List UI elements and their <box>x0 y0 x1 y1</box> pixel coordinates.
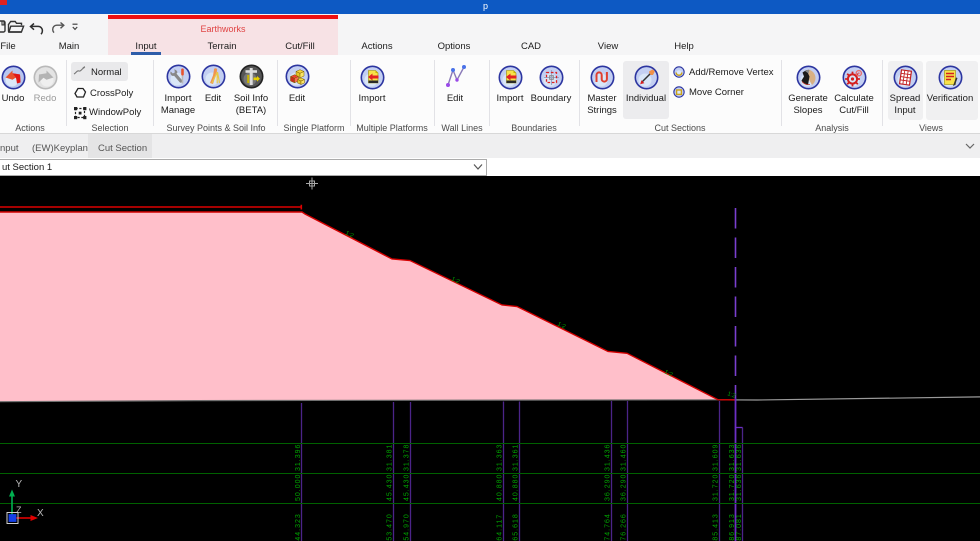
svg-text:50.000: 50.000 <box>295 474 302 501</box>
svg-text:Y: Y <box>16 479 23 490</box>
svg-text:31.363: 31.363 <box>497 444 504 471</box>
svg-text:344.323: 344.323 <box>295 513 302 541</box>
svg-text:387.081: 387.081 <box>736 513 743 541</box>
svg-text:40.880: 40.880 <box>513 474 520 501</box>
svg-text:31.460: 31.460 <box>621 444 628 471</box>
svg-text:31.436: 31.436 <box>605 444 612 471</box>
svg-text:385.413: 385.413 <box>713 513 720 541</box>
svg-text:36.290: 36.290 <box>605 474 612 501</box>
svg-text:45.430: 45.430 <box>404 474 411 501</box>
svg-text:36.290: 36.290 <box>621 474 628 501</box>
svg-text:45.430: 45.430 <box>387 474 394 501</box>
svg-text:31.633: 31.633 <box>729 444 736 471</box>
svg-text:365.618: 365.618 <box>513 513 520 541</box>
svg-text:Z: Z <box>16 505 22 515</box>
svg-text:31.720: 31.720 <box>729 474 736 501</box>
svg-text:31.378: 31.378 <box>404 444 411 471</box>
svg-text:31.396: 31.396 <box>295 444 302 471</box>
svg-text:31.381: 31.381 <box>387 444 394 471</box>
svg-text:31.636: 31.636 <box>736 474 743 501</box>
svg-text:40.880: 40.880 <box>497 474 504 501</box>
svg-text:376.266: 376.266 <box>621 513 628 541</box>
svg-text:364.117: 364.117 <box>497 514 504 541</box>
svg-text:31.361: 31.361 <box>513 444 520 471</box>
svg-text:31.720: 31.720 <box>713 474 720 501</box>
svg-text:386.913: 386.913 <box>729 513 736 541</box>
svg-text:31.609: 31.609 <box>713 444 720 471</box>
svg-text:354.970: 354.970 <box>404 513 411 541</box>
svg-text:X: X <box>37 508 44 519</box>
svg-text:31.636: 31.636 <box>736 444 743 471</box>
svg-text:353.470: 353.470 <box>387 513 394 541</box>
svg-text:374.764: 374.764 <box>605 513 612 541</box>
